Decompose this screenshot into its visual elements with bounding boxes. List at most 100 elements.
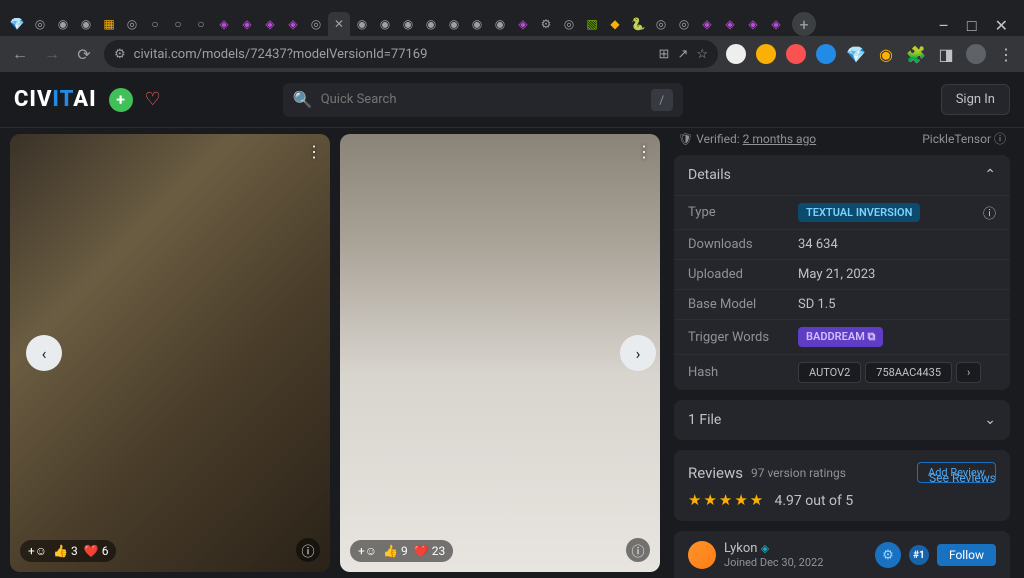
hash-type[interactable]: AUTOV2 bbox=[798, 362, 861, 383]
share-icon[interactable]: ↗ bbox=[677, 47, 688, 62]
like-count[interactable]: 👍 3 bbox=[53, 544, 78, 558]
url-bar[interactable]: ⚙ civitai.com/models/72437?modelVersionI… bbox=[104, 40, 718, 68]
heart-count[interactable]: ❤️ 23 bbox=[414, 544, 445, 558]
search-input[interactable] bbox=[321, 92, 643, 107]
menu-button[interactable]: ⋮ bbox=[996, 44, 1016, 64]
tab[interactable]: ◎ bbox=[29, 12, 51, 36]
creator-name[interactable]: Lykon bbox=[724, 541, 758, 556]
hash-expand[interactable]: › bbox=[956, 362, 981, 383]
chevron-up-icon: ⌃ bbox=[984, 167, 996, 183]
like-count[interactable]: 👍 9 bbox=[383, 544, 408, 558]
ext-icon[interactable] bbox=[816, 44, 836, 64]
site-info-icon[interactable]: ⚙ bbox=[114, 47, 126, 62]
forward-button[interactable]: → bbox=[40, 42, 64, 66]
tab[interactable]: ◈ bbox=[213, 12, 235, 36]
tab[interactable]: ◉ bbox=[374, 12, 396, 36]
tab[interactable]: ◈ bbox=[742, 12, 764, 36]
info-icon[interactable]: ⓘ bbox=[296, 538, 320, 562]
card-menu-icon[interactable]: ⋮ bbox=[306, 142, 322, 161]
back-button[interactable]: ← bbox=[8, 42, 32, 66]
tab[interactable]: ○ bbox=[167, 12, 189, 36]
details-header[interactable]: Details ⌃ bbox=[674, 155, 1010, 195]
tab[interactable]: 💎 bbox=[6, 12, 28, 36]
tab[interactable]: ◎ bbox=[121, 12, 143, 36]
tab[interactable]: ◉ bbox=[443, 12, 465, 36]
add-reaction-icon[interactable]: +☺ bbox=[28, 544, 47, 558]
tab[interactable]: ◎ bbox=[305, 12, 327, 36]
tab[interactable]: ◉ bbox=[397, 12, 419, 36]
site-logo[interactable]: CIVITAI bbox=[14, 87, 97, 112]
tab[interactable]: ○ bbox=[190, 12, 212, 36]
tab[interactable]: ◈ bbox=[512, 12, 534, 36]
tab[interactable]: ◎ bbox=[558, 12, 580, 36]
verified-time[interactable]: 2 months ago bbox=[743, 132, 817, 146]
install-icon[interactable]: ⊞ bbox=[659, 47, 670, 62]
gallery-card[interactable]: ⋮ +☺ 👍 9 ❤️ 23 ⓘ bbox=[340, 134, 660, 572]
card-menu-icon[interactable]: ⋮ bbox=[636, 142, 652, 161]
trigger-badge[interactable]: BADDREAM ⧉ bbox=[798, 327, 883, 347]
tab[interactable]: ◉ bbox=[52, 12, 74, 36]
tab[interactable]: ◈ bbox=[236, 12, 258, 36]
tab[interactable]: ◈ bbox=[765, 12, 787, 36]
tab[interactable]: ◉ bbox=[466, 12, 488, 36]
close-window-button[interactable]: ✕ bbox=[995, 16, 1008, 36]
tab[interactable]: ◈ bbox=[282, 12, 304, 36]
tab[interactable]: ▧ bbox=[581, 12, 603, 36]
sign-in-button[interactable]: Sign In bbox=[941, 84, 1010, 115]
gallery-next[interactable]: › bbox=[620, 335, 656, 371]
profile-button[interactable] bbox=[966, 44, 986, 64]
verified-badge-icon: ◈ bbox=[761, 542, 769, 555]
reload-button[interactable]: ⟳ bbox=[72, 42, 96, 66]
search-box[interactable]: 🔍 / bbox=[283, 83, 683, 117]
ext-icon[interactable] bbox=[726, 44, 746, 64]
tab[interactable]: ○ bbox=[144, 12, 166, 36]
hash-value[interactable]: 758AAC4435 bbox=[865, 362, 952, 383]
tab[interactable]: ◎ bbox=[650, 12, 672, 36]
search-icon: 🔍 bbox=[293, 90, 313, 109]
add-reaction-icon[interactable]: +☺ bbox=[358, 544, 377, 558]
creator-joined: Joined Dec 30, 2022 bbox=[724, 556, 867, 569]
gallery-prev[interactable]: ‹ bbox=[26, 335, 62, 371]
extensions-button[interactable]: 🧩 bbox=[906, 44, 926, 64]
reactions-bar[interactable]: +☺ 👍 3 ❤️ 6 bbox=[20, 540, 116, 562]
verified-label: 🛡 Verified: 2 months ago bbox=[678, 132, 816, 146]
browser-tabs: 💎 ◎ ◉ ◉ ▦ ◎ ○ ○ ○ ◈ ◈ ◈ ◈ ◎ ✕ ◉ ◉ ◉ ◉ ◉ … bbox=[0, 8, 1024, 36]
ext-icon[interactable] bbox=[786, 44, 806, 64]
detail-label: Hash bbox=[688, 365, 798, 380]
minimize-button[interactable]: – bbox=[938, 16, 949, 36]
tab[interactable]: ⚙ bbox=[535, 12, 557, 36]
avatar[interactable] bbox=[688, 541, 716, 569]
tab[interactable]: ◈ bbox=[696, 12, 718, 36]
bookmark-icon[interactable]: ☆ bbox=[696, 47, 708, 62]
sidepanel-button[interactable]: ◨ bbox=[936, 44, 956, 64]
add-button[interactable]: + bbox=[109, 88, 133, 112]
follow-button[interactable]: Follow bbox=[937, 544, 996, 566]
tab[interactable]: ◎ bbox=[673, 12, 695, 36]
tab[interactable]: ◉ bbox=[351, 12, 373, 36]
maximize-button[interactable]: □ bbox=[967, 16, 977, 36]
tab[interactable]: 🐍 bbox=[627, 12, 649, 36]
files-header[interactable]: 1 File ⌄ bbox=[674, 400, 1010, 440]
tab[interactable]: ▦ bbox=[98, 12, 120, 36]
info-icon[interactable]: ⓘ bbox=[983, 203, 996, 222]
creator-settings-icon[interactable]: ⚙ bbox=[875, 542, 901, 568]
ext-icon[interactable]: ◉ bbox=[876, 44, 896, 64]
tab[interactable]: ◈ bbox=[259, 12, 281, 36]
info-icon[interactable]: ⓘ bbox=[626, 538, 650, 562]
rank-badge: #1 bbox=[909, 545, 929, 565]
new-tab-button[interactable]: + bbox=[792, 12, 816, 36]
tab[interactable]: ◉ bbox=[420, 12, 442, 36]
reactions-bar[interactable]: +☺ 👍 9 ❤️ 23 bbox=[350, 540, 453, 562]
detail-label: Downloads bbox=[688, 237, 798, 252]
heart-count[interactable]: ❤️ 6 bbox=[84, 544, 109, 558]
tab[interactable]: ◆ bbox=[604, 12, 626, 36]
tab[interactable]: ◉ bbox=[489, 12, 511, 36]
favorites-icon[interactable]: ♡ bbox=[145, 89, 161, 110]
ext-icon[interactable]: 💎 bbox=[846, 44, 866, 64]
tab[interactable]: ◈ bbox=[719, 12, 741, 36]
ext-icon[interactable] bbox=[756, 44, 776, 64]
type-badge: TEXTUAL INVERSION bbox=[798, 203, 920, 222]
add-review-button[interactable]: Add Review bbox=[917, 462, 996, 483]
tab-active[interactable]: ✕ bbox=[328, 12, 350, 36]
tab[interactable]: ◉ bbox=[75, 12, 97, 36]
